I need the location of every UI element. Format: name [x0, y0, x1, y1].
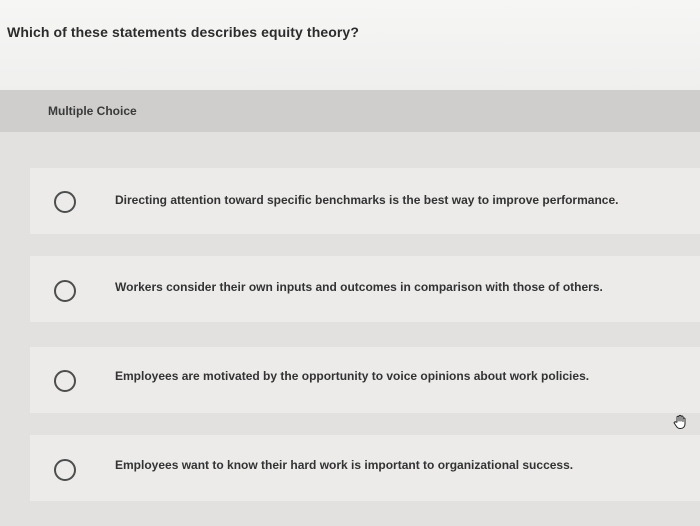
radio-unselected-icon[interactable]: [54, 280, 76, 302]
hand-pointer-icon: [673, 414, 686, 429]
radio-unselected-icon[interactable]: [54, 370, 76, 392]
radio-unselected-icon[interactable]: [54, 191, 76, 213]
question-area: Which of these statements describes equi…: [0, 0, 700, 90]
section-header: Multiple Choice: [0, 90, 700, 132]
choice-option-2[interactable]: Workers consider their own inputs and ou…: [30, 256, 700, 322]
choice-label: Employees want to know their hard work i…: [115, 458, 574, 472]
choice-label: Workers consider their own inputs and ou…: [115, 280, 603, 294]
choice-label: Directing attention toward specific benc…: [115, 193, 619, 207]
choice-option-1[interactable]: Directing attention toward specific benc…: [30, 168, 700, 234]
question-text: Which of these statements describes equi…: [7, 24, 359, 40]
choice-option-4[interactable]: Employees want to know their hard work i…: [30, 435, 700, 501]
choice-list: Directing attention toward specific benc…: [0, 132, 700, 526]
choice-option-3[interactable]: Employees are motivated by the opportuni…: [30, 347, 700, 413]
choice-label: Employees are motivated by the opportuni…: [115, 369, 590, 383]
section-label: Multiple Choice: [48, 104, 137, 118]
radio-unselected-icon[interactable]: [54, 459, 76, 481]
